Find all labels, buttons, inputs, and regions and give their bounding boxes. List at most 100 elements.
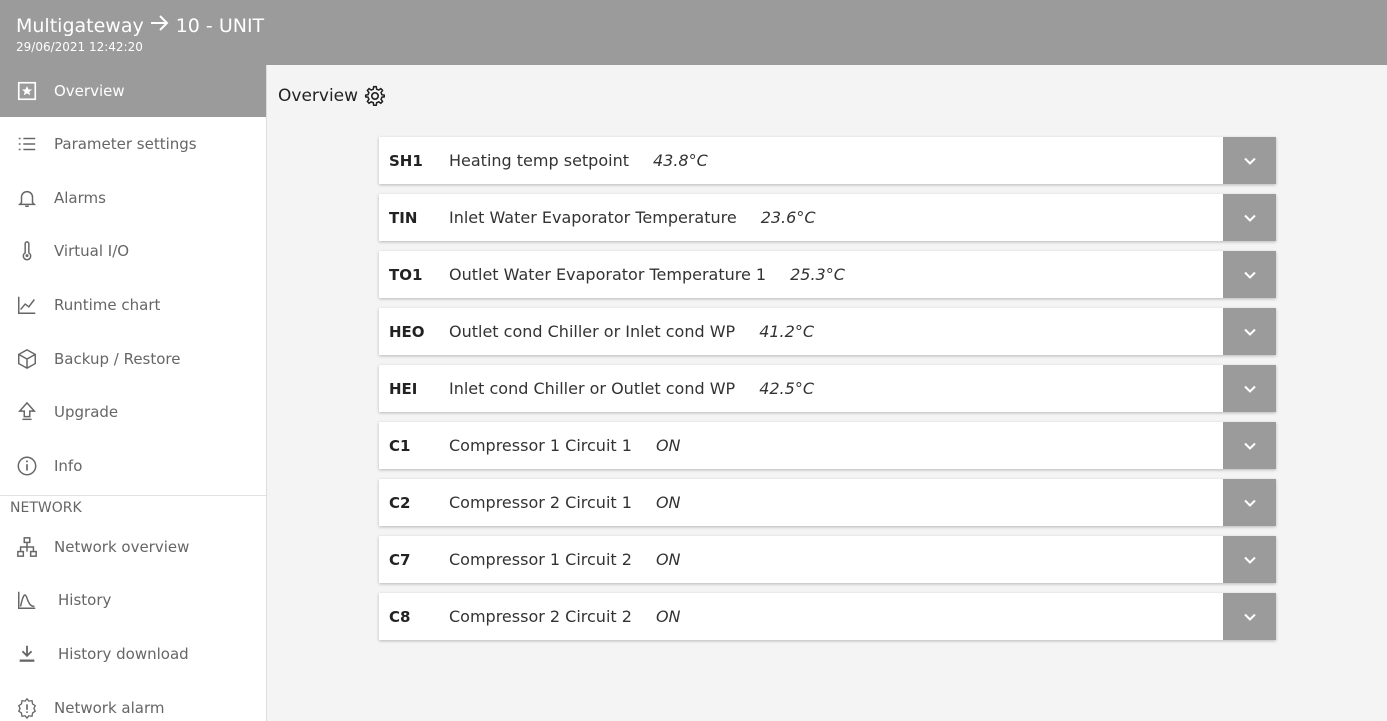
- list-item[interactable]: C8 Compressor 2 Circuit 2 ON: [379, 593, 1276, 640]
- row-description: Inlet cond Chiller or Outlet cond WP: [449, 379, 736, 398]
- main-content: Overview SH1 Heating temp setpoint 43.8°…: [268, 65, 1387, 721]
- row-value: ON: [655, 436, 681, 455]
- sidebar-item-overview[interactable]: Overview: [0, 65, 266, 117]
- sidebar-item-info[interactable]: Info: [0, 439, 266, 493]
- list-item[interactable]: HEI Inlet cond Chiller or Outlet cond WP…: [379, 365, 1276, 412]
- sidebar-item-backup-restore[interactable]: Backup / Restore: [0, 332, 266, 386]
- sidebar-item-network-alarm[interactable]: Network alarm: [0, 681, 266, 721]
- row-code: TIN: [389, 208, 418, 227]
- chevron-down-icon: [1243, 613, 1256, 621]
- sidebar-item-label: Backup / Restore: [54, 349, 181, 368]
- list-item[interactable]: HEO Outlet cond Chiller or Inlet cond WP…: [379, 308, 1276, 355]
- row-description: Outlet cond Chiller or Inlet cond WP: [449, 322, 736, 341]
- expand-button[interactable]: [1223, 479, 1276, 526]
- row-code: HEO: [389, 322, 425, 341]
- list-item[interactable]: C1 Compressor 1 Circuit 1 ON: [379, 422, 1276, 469]
- sidebar-item-alarms[interactable]: Alarms: [0, 171, 266, 225]
- download-icon: [14, 641, 40, 667]
- star-icon: [14, 78, 40, 104]
- overview-list: SH1 Heating temp setpoint 43.8°C TIN Inl…: [379, 137, 1276, 650]
- page-title: Overview: [278, 85, 386, 107]
- row-code: SH1: [389, 151, 423, 170]
- row-description: Compressor 1 Circuit 2: [449, 550, 632, 569]
- chevron-down-icon: [1243, 328, 1256, 336]
- sidebar-item-label: Network alarm: [54, 698, 165, 717]
- device-name: Multigateway: [16, 14, 144, 37]
- list-item[interactable]: TO1 Outlet Water Evaporator Temperature …: [379, 251, 1276, 298]
- sidebar-item-label: Alarms: [54, 188, 106, 207]
- row-code: TO1: [389, 265, 423, 284]
- app-header: Multigateway 10 - UNIT 29/06/2021 12:42:…: [0, 0, 1387, 65]
- bell-icon: [14, 185, 40, 211]
- unit-name: 10 - UNIT: [175, 14, 265, 37]
- arrow-right-icon: [150, 14, 170, 37]
- row-code: C8: [389, 607, 411, 626]
- expand-button[interactable]: [1223, 308, 1276, 355]
- sidebar-item-upgrade[interactable]: Upgrade: [0, 385, 266, 439]
- sidebar-item-network-overview[interactable]: Network overview: [0, 520, 266, 574]
- chevron-down-icon: [1243, 214, 1256, 222]
- sidebar-item-label: Parameter settings: [54, 134, 197, 153]
- sidebar-item-label: Overview: [54, 82, 125, 100]
- alarm-gear-icon: [14, 695, 40, 721]
- row-value: ON: [655, 550, 681, 569]
- sidebar-section-network: NETWORK: [10, 499, 82, 516]
- thermometer-icon: [14, 238, 40, 264]
- gear-icon[interactable]: [364, 85, 386, 107]
- sidebar-item-label: Network overview: [54, 537, 190, 556]
- row-description: Compressor 2 Circuit 2: [449, 607, 632, 626]
- chevron-down-icon: [1243, 157, 1256, 165]
- sidebar-item-label: History download: [58, 645, 189, 664]
- header-title: Multigateway 10 - UNIT: [16, 14, 1387, 37]
- row-value: ON: [655, 493, 681, 512]
- chevron-down-icon: [1243, 499, 1256, 507]
- upload-arrow-icon: [14, 399, 40, 425]
- sidebar-item-history[interactable]: History: [0, 574, 266, 628]
- expand-button[interactable]: [1223, 536, 1276, 583]
- sidebar-item-virtual-io[interactable]: Virtual I/O: [0, 224, 266, 278]
- info-icon: [14, 453, 40, 479]
- sidebar-item-label: Info: [54, 456, 83, 475]
- expand-button[interactable]: [1223, 422, 1276, 469]
- expand-button[interactable]: [1223, 593, 1276, 640]
- row-code: HEI: [389, 379, 418, 398]
- sidebar-item-label: History: [58, 591, 112, 610]
- network-icon: [14, 534, 40, 560]
- expand-button[interactable]: [1223, 251, 1276, 298]
- row-code: C7: [389, 550, 411, 569]
- row-value: 41.2°C: [759, 322, 814, 341]
- row-value: 25.3°C: [790, 265, 845, 284]
- row-description: Heating temp setpoint: [449, 151, 629, 170]
- row-description: Compressor 2 Circuit 1: [449, 493, 632, 512]
- sidebar-item-runtime-chart[interactable]: Runtime chart: [0, 278, 266, 332]
- sidebar-item-history-download[interactable]: History download: [0, 627, 266, 681]
- row-value: 42.5°C: [759, 379, 814, 398]
- list-item[interactable]: TIN Inlet Water Evaporator Temperature 2…: [379, 194, 1276, 241]
- list-item[interactable]: C7 Compressor 1 Circuit 2 ON: [379, 536, 1276, 583]
- list-item[interactable]: SH1 Heating temp setpoint 43.8°C: [379, 137, 1276, 184]
- sidebar-item-label: Upgrade: [54, 403, 119, 422]
- row-description: Compressor 1 Circuit 1: [449, 436, 632, 455]
- sidebar-item-parameter-settings[interactable]: Parameter settings: [0, 117, 266, 171]
- chevron-down-icon: [1243, 442, 1256, 450]
- sidebar: Overview Parameter settings Alarms Virtu…: [0, 65, 267, 721]
- row-description: Outlet Water Evaporator Temperature 1: [449, 265, 767, 284]
- box-icon: [14, 346, 40, 372]
- row-description: Inlet Water Evaporator Temperature: [449, 208, 737, 227]
- row-code: C2: [389, 493, 411, 512]
- list-icon: [14, 131, 40, 157]
- chevron-down-icon: [1243, 271, 1256, 279]
- sidebar-item-label: Virtual I/O: [54, 242, 130, 261]
- row-value: ON: [655, 607, 681, 626]
- row-code: C1: [389, 436, 411, 455]
- history-chart-icon: [14, 587, 40, 613]
- expand-button[interactable]: [1223, 137, 1276, 184]
- header-timestamp: 29/06/2021 12:42:20: [16, 40, 143, 54]
- chevron-down-icon: [1243, 556, 1256, 564]
- row-value: 23.6°C: [760, 208, 816, 227]
- list-item[interactable]: C2 Compressor 2 Circuit 1 ON: [379, 479, 1276, 526]
- expand-button[interactable]: [1223, 194, 1276, 241]
- expand-button[interactable]: [1223, 365, 1276, 412]
- sidebar-item-label: Runtime chart: [54, 295, 161, 314]
- row-value: 43.8°C: [652, 151, 708, 170]
